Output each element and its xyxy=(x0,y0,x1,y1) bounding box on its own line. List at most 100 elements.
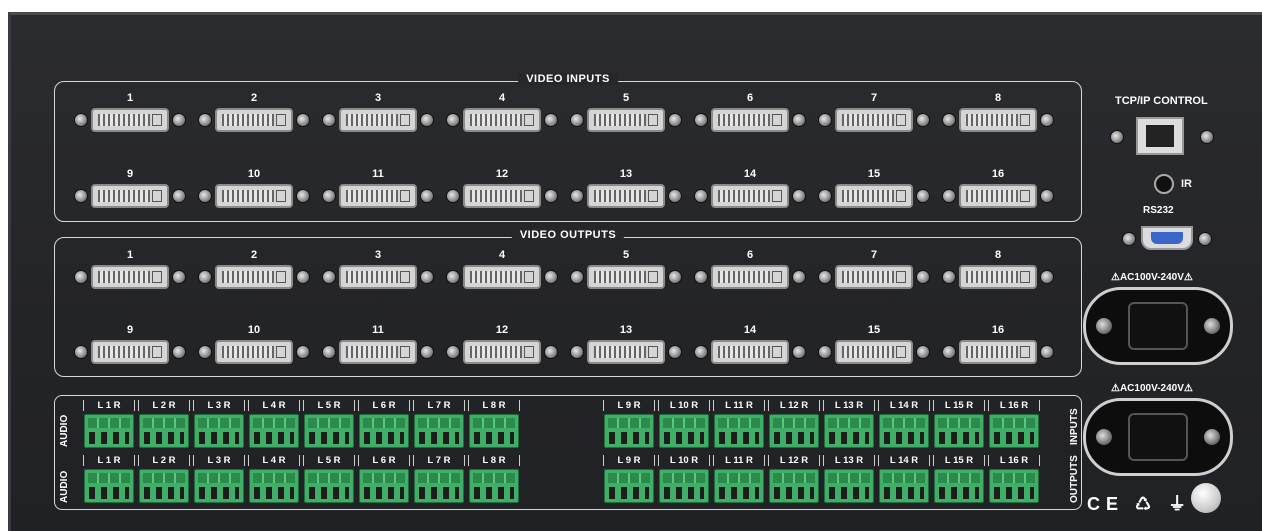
audio-output-terminal-6[interactable]: L 6 R xyxy=(358,455,410,503)
audio-output-terminal-9[interactable]: L 9 R xyxy=(603,455,655,503)
video-input-port-4[interactable]: 4 xyxy=(447,92,557,137)
thumbscrew-left xyxy=(447,114,459,126)
audio-input-terminal-13[interactable]: L 13 R xyxy=(823,400,875,448)
video-output-port-number: 6 xyxy=(746,249,754,261)
video-output-port-16[interactable]: 16 xyxy=(943,324,1053,369)
audio-input-terminal-16[interactable]: L 16 R xyxy=(988,400,1040,448)
audio-input-terminal-11[interactable]: L 11 R xyxy=(713,400,765,448)
rs232-screw-left xyxy=(1123,233,1135,245)
audio-output-terminal-15[interactable]: L 15 R xyxy=(933,455,985,503)
audio-output-terminal-7[interactable]: L 7 R xyxy=(413,455,465,503)
thumbscrew-left xyxy=(75,271,87,283)
audio-input-terminal-3[interactable]: L 3 R xyxy=(193,400,245,448)
video-input-port-1[interactable]: 1 xyxy=(75,92,185,137)
video-output-port-15[interactable]: 15 xyxy=(819,324,929,369)
video-output-port-9[interactable]: 9 xyxy=(75,324,185,369)
audio-input-terminal-2[interactable]: L 2 R xyxy=(138,400,190,448)
video-output-port-3[interactable]: 3 xyxy=(323,249,433,294)
video-input-port-10[interactable]: 10 xyxy=(199,168,309,213)
video-input-port-16[interactable]: 16 xyxy=(943,168,1053,213)
certification-marks: CE ♺ ⏚ xyxy=(1087,494,1193,514)
dvi-connector xyxy=(959,184,1037,208)
thumbscrew-right xyxy=(793,271,805,283)
video-input-port-13[interactable]: 13 xyxy=(571,168,681,213)
audio-input-terminal-1[interactable]: L 1 R xyxy=(83,400,135,448)
video-input-port-9[interactable]: 9 xyxy=(75,168,185,213)
video-input-port-5[interactable]: 5 xyxy=(571,92,681,137)
audio-output-terminal-16[interactable]: L 16 R xyxy=(988,455,1040,503)
power-inlet-2[interactable] xyxy=(1083,398,1233,476)
audio-output-terminal-5[interactable]: L 5 R xyxy=(303,455,355,503)
dvi-connector xyxy=(339,340,417,364)
tcp-ip-rj45-port[interactable] xyxy=(1136,117,1184,155)
video-output-port-7[interactable]: 7 xyxy=(819,249,929,294)
video-output-port-4[interactable]: 4 xyxy=(447,249,557,294)
thumbscrew-right xyxy=(545,190,557,202)
iec-socket-2 xyxy=(1128,413,1188,461)
audio-output-terminal-8[interactable]: L 8 R xyxy=(468,455,520,503)
video-input-port-number: 14 xyxy=(743,168,757,180)
video-output-port-6[interactable]: 6 xyxy=(695,249,805,294)
audio-input-terminal-9[interactable]: L 9 R xyxy=(603,400,655,448)
audio-input-terminal-8[interactable]: L 8 R xyxy=(468,400,520,448)
thumbscrew-right xyxy=(669,346,681,358)
dvi-connector xyxy=(835,184,913,208)
video-input-port-11[interactable]: 11 xyxy=(323,168,433,213)
audio-input-terminal-15[interactable]: L 15 R xyxy=(933,400,985,448)
audio-input-terminal-10[interactable]: L 10 R xyxy=(658,400,710,448)
video-input-port-2[interactable]: 2 xyxy=(199,92,309,137)
video-input-port-7[interactable]: 7 xyxy=(819,92,929,137)
audio-output-terminal-3[interactable]: L 3 R xyxy=(193,455,245,503)
audio-output-terminal-11[interactable]: L 11 R xyxy=(713,455,765,503)
video-output-port-8[interactable]: 8 xyxy=(943,249,1053,294)
audio-input-channel-label: L 4 R xyxy=(248,400,300,411)
iec-socket-1 xyxy=(1128,302,1188,350)
video-input-port-6[interactable]: 6 xyxy=(695,92,805,137)
ground-knob[interactable] xyxy=(1191,483,1221,513)
thumbscrew-left xyxy=(819,114,831,126)
video-output-port-number: 13 xyxy=(619,324,633,336)
audio-output-terminal-12[interactable]: L 12 R xyxy=(768,455,820,503)
dvi-connector xyxy=(339,265,417,289)
video-output-port-13[interactable]: 13 xyxy=(571,324,681,369)
video-output-port-number: 11 xyxy=(372,324,384,336)
video-output-port-5[interactable]: 5 xyxy=(571,249,681,294)
audio-input-terminal-12[interactable]: L 12 R xyxy=(768,400,820,448)
video-output-port-1[interactable]: 1 xyxy=(75,249,185,294)
thumbscrew-right xyxy=(669,114,681,126)
power-inlet-1[interactable] xyxy=(1083,287,1233,365)
audio-input-terminal-4[interactable]: L 4 R xyxy=(248,400,300,448)
video-input-port-14[interactable]: 14 xyxy=(695,168,805,213)
audio-input-terminal-6[interactable]: L 6 R xyxy=(358,400,410,448)
video-input-port-number: 6 xyxy=(746,92,754,104)
audio-input-terminal-14[interactable]: L 14 R xyxy=(878,400,930,448)
audio-inputs-side-label: AUDIO xyxy=(59,414,70,447)
video-input-port-8[interactable]: 8 xyxy=(943,92,1053,137)
video-input-port-12[interactable]: 12 xyxy=(447,168,557,213)
video-output-port-2[interactable]: 2 xyxy=(199,249,309,294)
video-output-port-11[interactable]: 11 xyxy=(323,324,433,369)
audio-input-terminal-7[interactable]: L 7 R xyxy=(413,400,465,448)
audio-output-terminal-13[interactable]: L 13 R xyxy=(823,455,875,503)
audio-output-terminal-10[interactable]: L 10 R xyxy=(658,455,710,503)
video-output-port-14[interactable]: 14 xyxy=(695,324,805,369)
audio-output-terminal-4[interactable]: L 4 R xyxy=(248,455,300,503)
video-output-port-10[interactable]: 10 xyxy=(199,324,309,369)
video-input-port-3[interactable]: 3 xyxy=(323,92,433,137)
thumbscrew-right xyxy=(297,346,309,358)
audio-output-terminal-1[interactable]: L 1 R xyxy=(83,455,135,503)
audio-output-terminal-2[interactable]: L 2 R xyxy=(138,455,190,503)
audio-output-terminal-14[interactable]: L 14 R xyxy=(878,455,930,503)
dvi-connector xyxy=(711,340,789,364)
thumbscrew-right xyxy=(917,346,929,358)
audio-input-terminal-5[interactable]: L 5 R xyxy=(303,400,355,448)
rs232-db9-port[interactable] xyxy=(1141,226,1193,250)
video-input-port-15[interactable]: 15 xyxy=(819,168,929,213)
ir-port[interactable] xyxy=(1154,174,1174,194)
phoenix-terminal-block xyxy=(769,469,819,503)
thumbscrew-left xyxy=(943,190,955,202)
video-output-port-number: 12 xyxy=(495,324,509,336)
video-output-port-12[interactable]: 12 xyxy=(447,324,557,369)
dvi-connector xyxy=(339,184,417,208)
phoenix-terminal-block xyxy=(249,414,299,448)
